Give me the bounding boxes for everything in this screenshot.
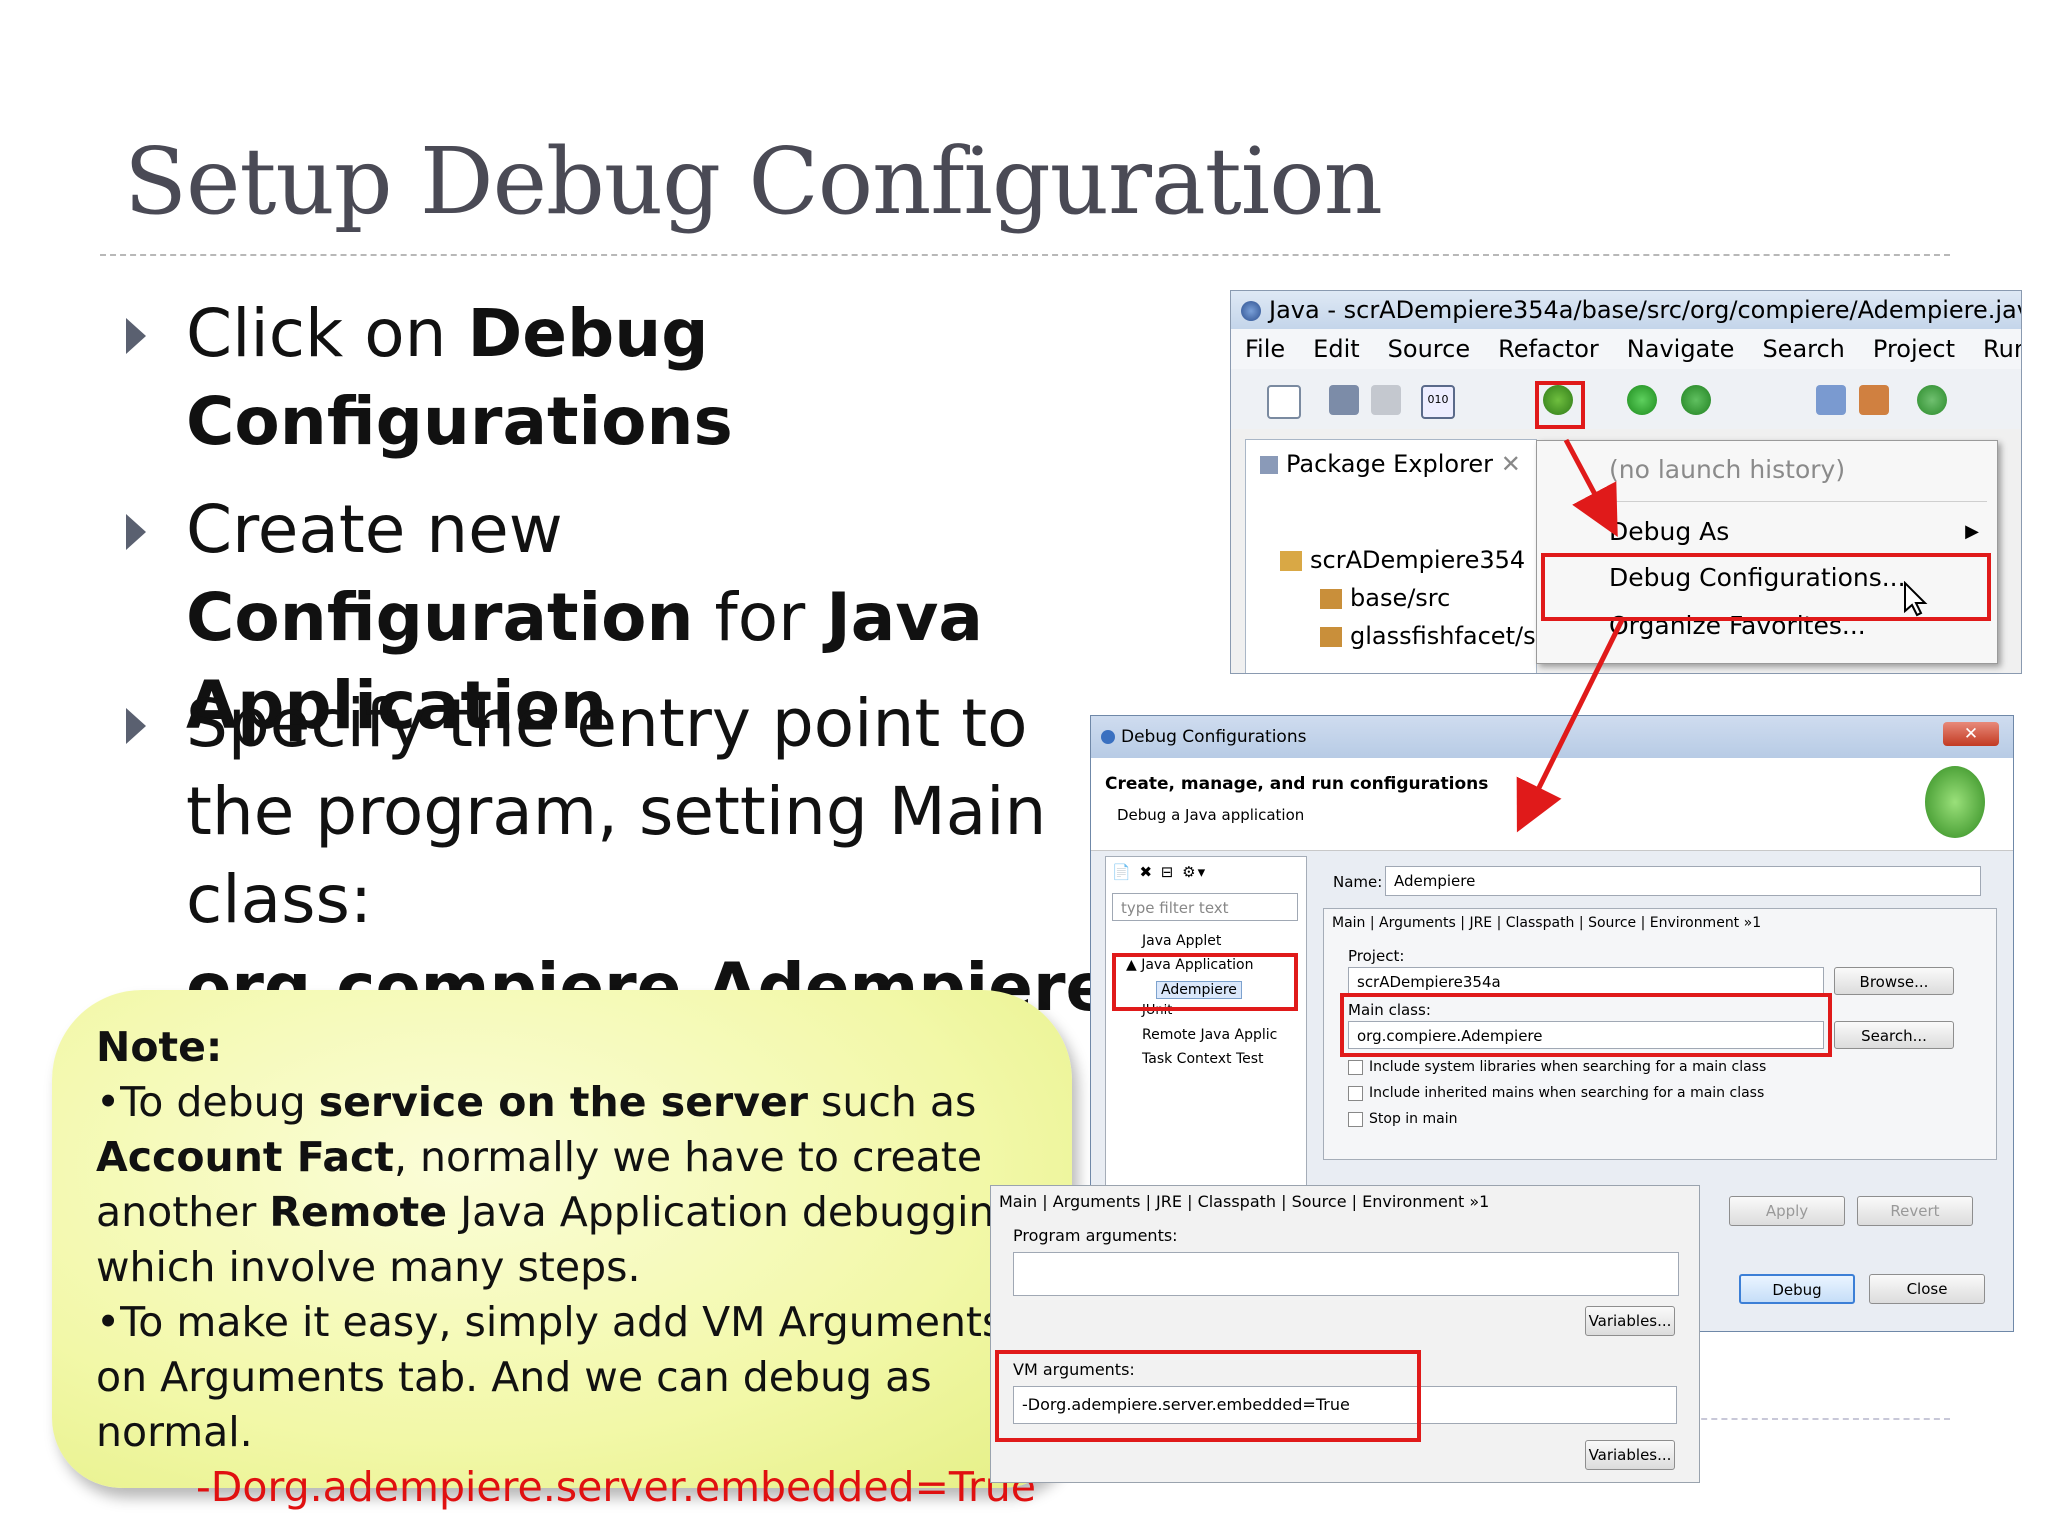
arrow-to-debug-configurations [1563, 438, 1618, 538]
arrow-to-dialog [1516, 618, 1625, 833]
annotation-arrows [1516, 438, 1625, 833]
